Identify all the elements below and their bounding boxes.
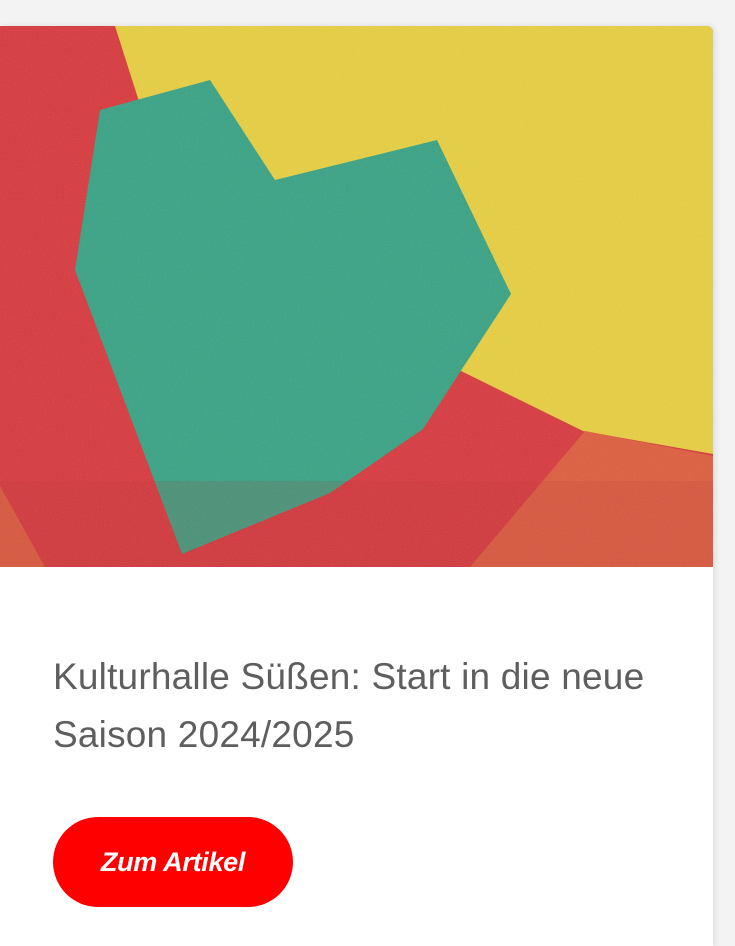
page: Kulturhalle Süßen: Start in die neue Sai… [0, 0, 735, 946]
article-title[interactable]: Kulturhalle Süßen: Start in die neue Sai… [53, 648, 663, 764]
geometric-heart-illustration [0, 26, 713, 567]
read-article-button-label: Zum Artikel [100, 846, 246, 877]
article-card: Kulturhalle Süßen: Start in die neue Sai… [0, 26, 713, 946]
article-image[interactable] [0, 26, 713, 567]
read-article-button[interactable]: Zum Artikel [53, 817, 293, 907]
grain-texture [0, 26, 713, 567]
